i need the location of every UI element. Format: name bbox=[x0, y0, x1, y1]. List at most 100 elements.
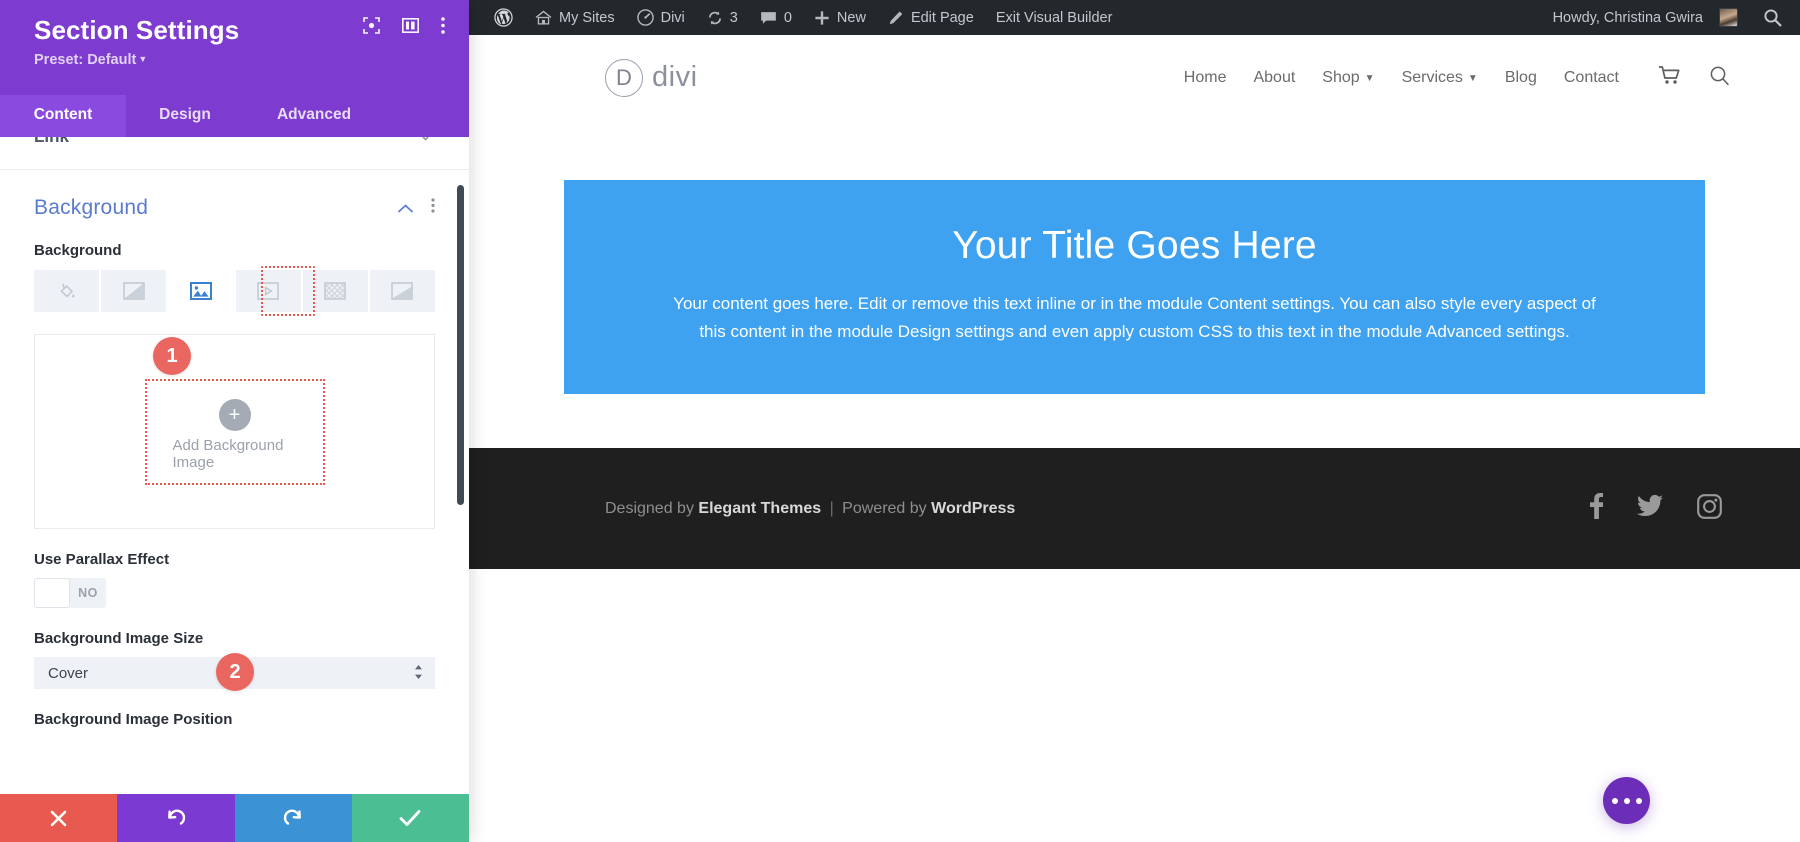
link-section-label: Link bbox=[34, 137, 69, 146]
background-image-size-value: Cover bbox=[48, 665, 88, 682]
site-logo[interactable]: D divi bbox=[605, 59, 698, 97]
page-preview: My Sites Divi bbox=[469, 0, 1800, 842]
step-badge-2: 2 bbox=[216, 653, 254, 691]
redo-button[interactable] bbox=[235, 794, 352, 842]
settings-tabs: Content Design Advanced bbox=[0, 95, 469, 137]
chevron-down-icon: ▼ bbox=[138, 54, 147, 64]
wordpress-logo-item[interactable] bbox=[483, 0, 524, 35]
add-background-image-label: Add Background Image bbox=[173, 437, 297, 471]
footer-brand-elegant-themes[interactable]: Elegant Themes bbox=[698, 500, 821, 517]
admin-search-button[interactable] bbox=[1749, 8, 1800, 27]
nav-item-blog[interactable]: Blog bbox=[1505, 69, 1537, 87]
howdy-item[interactable]: Howdy, Christina Gwira bbox=[1542, 0, 1749, 35]
divi-label: Divi bbox=[661, 10, 685, 26]
background-section-header: Background bbox=[0, 170, 469, 220]
nav-item-contact[interactable]: Contact bbox=[1564, 69, 1619, 87]
background-mask-icon[interactable] bbox=[370, 270, 435, 312]
social-links bbox=[1590, 493, 1722, 524]
background-gradient-icon[interactable] bbox=[101, 270, 166, 312]
howdy-label: Howdy, Christina Gwira bbox=[1553, 10, 1703, 26]
parallax-toggle[interactable]: NO bbox=[34, 578, 106, 608]
link-section-collapsed[interactable]: Link ⌄ bbox=[0, 137, 469, 153]
section-settings-panel: Section Settings Preset: Default▼ bbox=[0, 0, 469, 842]
dot-icon bbox=[1636, 798, 1642, 804]
dashboard-icon bbox=[637, 9, 654, 26]
select-stepper-icon bbox=[414, 664, 423, 683]
nav-label: Contact bbox=[1564, 69, 1619, 87]
hero-section[interactable]: Your Title Goes Here Your content goes h… bbox=[564, 180, 1705, 394]
parallax-toggle-row: NO bbox=[34, 578, 435, 608]
layout-columns-icon[interactable] bbox=[402, 18, 419, 33]
page-content: Your Title Goes Here Your content goes h… bbox=[469, 120, 1800, 569]
background-field-label: Background bbox=[0, 220, 469, 259]
parallax-toggle-value: NO bbox=[70, 586, 106, 600]
tab-design[interactable]: Design bbox=[126, 95, 244, 137]
footer-brand-wordpress[interactable]: WordPress bbox=[931, 500, 1015, 517]
pencil-icon bbox=[888, 10, 904, 26]
divi-item[interactable]: Divi bbox=[626, 0, 696, 35]
wordpress-admin-bar: My Sites Divi bbox=[469, 0, 1800, 35]
undo-button[interactable] bbox=[117, 794, 234, 842]
plus-icon bbox=[814, 10, 830, 26]
background-section-kebab-icon[interactable] bbox=[431, 198, 435, 218]
dot-icon bbox=[1624, 798, 1630, 804]
preset-selector[interactable]: Preset: Default▼ bbox=[34, 52, 447, 68]
kebab-menu-icon[interactable] bbox=[441, 17, 445, 34]
footer-credit-prefix: Designed by bbox=[605, 500, 694, 517]
new-item[interactable]: New bbox=[803, 0, 877, 35]
search-icon[interactable] bbox=[1709, 65, 1730, 91]
panel-scrollbar[interactable] bbox=[457, 185, 464, 505]
hero-body: Your content goes here. Edit or remove t… bbox=[670, 290, 1600, 346]
hero-title: Your Title Goes Here bbox=[604, 224, 1665, 268]
wordpress-icon bbox=[494, 8, 513, 27]
nav-item-home[interactable]: Home bbox=[1184, 69, 1227, 87]
divi-builder-menu-button[interactable] bbox=[1603, 777, 1650, 824]
background-image-upload-area[interactable]: 2 + Add Background Image bbox=[34, 334, 435, 529]
exit-visual-builder-label: Exit Visual Builder bbox=[996, 10, 1113, 26]
new-label: New bbox=[837, 10, 866, 26]
plus-icon: + bbox=[219, 399, 251, 431]
updates-icon bbox=[707, 10, 723, 26]
parallax-label: Use Parallax Effect bbox=[0, 529, 469, 568]
avatar bbox=[1719, 8, 1738, 27]
add-background-image-button[interactable]: + Add Background Image bbox=[145, 379, 325, 485]
settings-panel-body: Link ⌄ Background bbox=[0, 137, 469, 794]
chevron-up-icon[interactable] bbox=[398, 200, 413, 217]
background-pattern-icon[interactable] bbox=[303, 270, 368, 312]
tab-advanced[interactable]: Advanced bbox=[244, 95, 384, 137]
site-footer: Designed by Elegant Themes | Powered by … bbox=[469, 448, 1800, 569]
facebook-icon[interactable] bbox=[1590, 493, 1603, 524]
cart-icon[interactable] bbox=[1658, 65, 1681, 90]
search-icon bbox=[1763, 8, 1782, 27]
twitter-icon[interactable] bbox=[1637, 495, 1663, 522]
exit-visual-builder-item[interactable]: Exit Visual Builder bbox=[985, 0, 1124, 35]
background-section-title: Background bbox=[34, 196, 148, 220]
background-color-icon[interactable] bbox=[34, 270, 99, 312]
background-image-position-label: Background Image Position bbox=[0, 689, 469, 728]
primary-navigation: Home About Shop▼ Services▼ Blog Contact bbox=[1184, 65, 1730, 91]
edit-page-item[interactable]: Edit Page bbox=[877, 0, 985, 35]
footer-separator: | bbox=[830, 500, 834, 517]
my-sites-item[interactable]: My Sites bbox=[524, 0, 626, 35]
focus-icon[interactable] bbox=[363, 17, 380, 34]
preset-label: Preset: Default bbox=[34, 52, 136, 68]
cancel-button[interactable] bbox=[0, 794, 117, 842]
comments-item[interactable]: 0 bbox=[749, 0, 803, 35]
step-badge-1: 1 bbox=[153, 337, 191, 375]
background-image-icon[interactable] bbox=[168, 270, 233, 312]
chevron-down-icon: ▼ bbox=[1468, 73, 1478, 84]
site-header: D divi Home About Shop▼ Services▼ Blog C… bbox=[469, 35, 1800, 120]
edit-page-label: Edit Page bbox=[911, 10, 974, 26]
nav-item-about[interactable]: About bbox=[1253, 69, 1295, 87]
instagram-icon[interactable] bbox=[1697, 494, 1722, 524]
tab-content[interactable]: Content bbox=[0, 95, 126, 137]
nav-item-services[interactable]: Services▼ bbox=[1402, 69, 1478, 87]
save-button[interactable] bbox=[352, 794, 469, 842]
updates-item[interactable]: 3 bbox=[696, 0, 749, 35]
nav-item-shop[interactable]: Shop▼ bbox=[1322, 69, 1374, 87]
background-video-icon[interactable] bbox=[236, 270, 301, 312]
my-sites-label: My Sites bbox=[559, 10, 615, 26]
updates-count: 3 bbox=[730, 10, 738, 26]
comments-count: 0 bbox=[784, 10, 792, 26]
footer-credit-mid: Powered by bbox=[842, 500, 927, 517]
